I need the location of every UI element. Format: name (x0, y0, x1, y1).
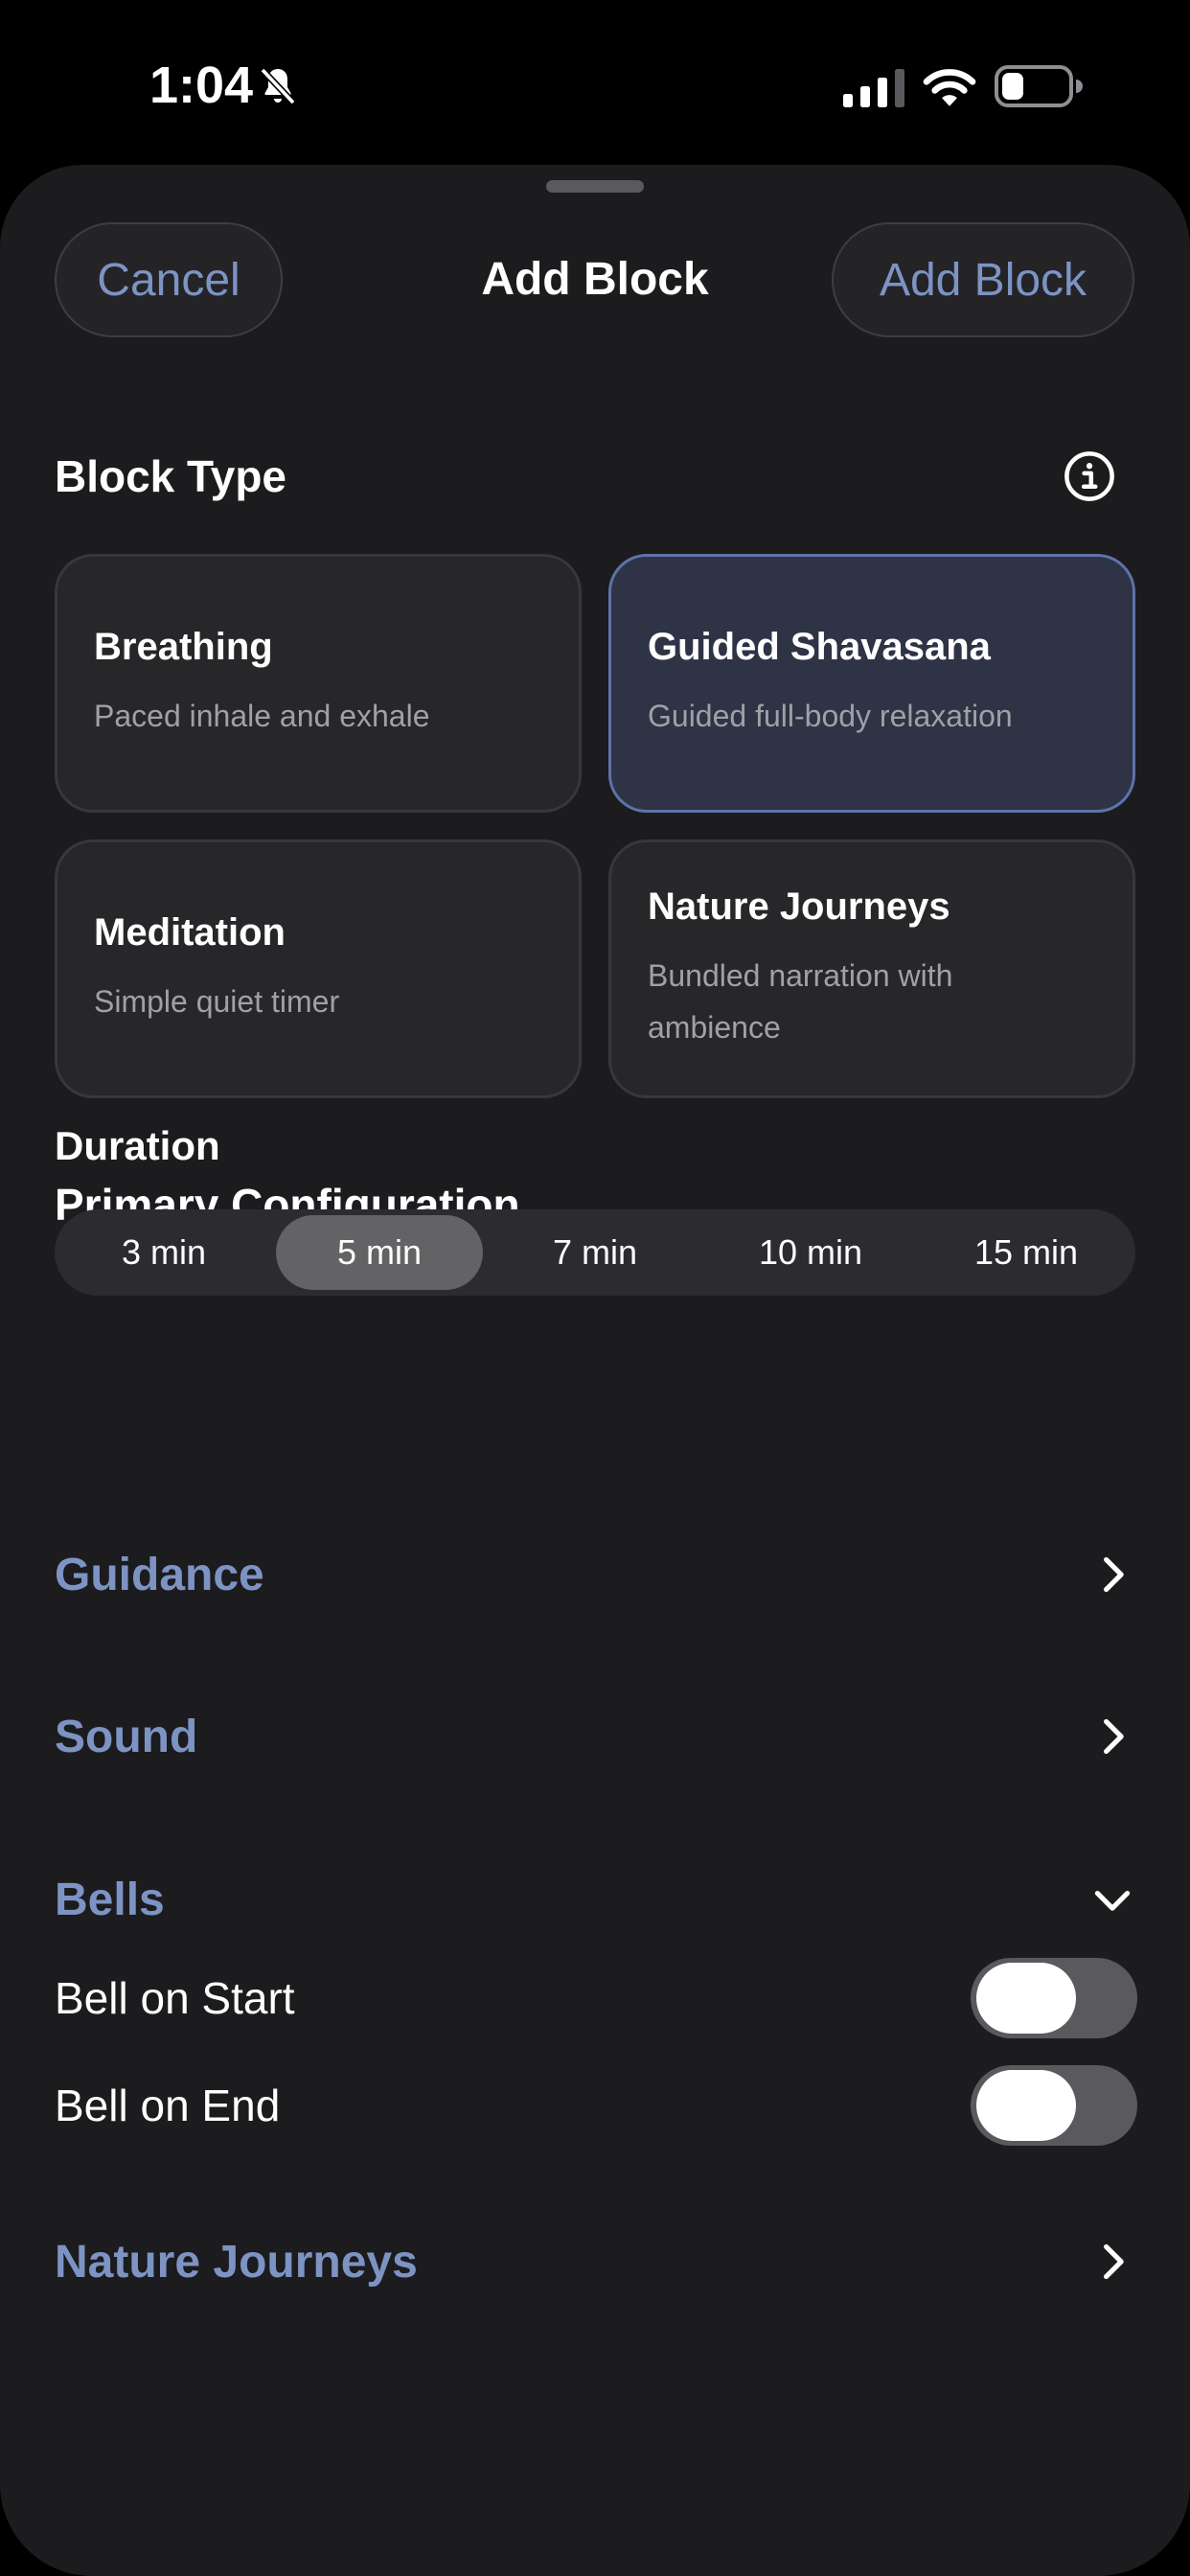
card-subtitle: Simple quiet timer (94, 983, 340, 1019)
bell-on-end-toggle[interactable] (971, 2065, 1137, 2146)
guidance-row[interactable]: Guidance (55, 1536, 1135, 1613)
bell-on-end-label: Bell on End (55, 2081, 281, 2130)
duration-option-10-min[interactable]: 10 min (707, 1215, 914, 1290)
card-subtitle: Paced inhale and exhale (94, 698, 430, 733)
card-title: Meditation (94, 910, 286, 954)
battery-icon (995, 65, 1083, 107)
duration-option-7-min[interactable]: 7 min (492, 1215, 698, 1290)
bells-row[interactable]: Bells (55, 1861, 1135, 1938)
block-type-card-meditation[interactable]: Meditation Simple quiet timer (55, 840, 582, 1098)
duration-option-15-min[interactable]: 15 min (923, 1215, 1130, 1290)
block-type-card-guided-shavasana[interactable]: Guided Shavasana Guided full-body relaxa… (608, 554, 1135, 813)
add-block-button[interactable]: Add Block (832, 222, 1134, 337)
nature-journeys-label: Nature Journeys (55, 2236, 418, 2288)
info-icon[interactable] (1064, 450, 1115, 502)
nature-journeys-row[interactable]: Nature Journeys (55, 2223, 1135, 2300)
card-subtitle: Bundled narration with ambience (648, 957, 953, 1045)
duration-option-3-min[interactable]: 3 min (60, 1215, 267, 1290)
duration-label: Duration (55, 1123, 220, 1168)
block-type-card-breathing[interactable]: Breathing Paced inhale and exhale (55, 554, 582, 813)
chevron-right-icon (1104, 2243, 1124, 2280)
status-bar: 1:04 (0, 0, 1190, 163)
guidance-label: Guidance (55, 1549, 264, 1600)
cellular-signal-icon (843, 69, 904, 107)
card-title: Guided Shavasana (648, 625, 991, 668)
chevron-right-icon (1104, 1718, 1124, 1755)
chevron-right-icon (1104, 1556, 1124, 1593)
status-time: 1:04 (149, 57, 254, 114)
toggle-knob (976, 1963, 1076, 2034)
add-block-sheet: Cancel Add Block Add Block Block Type Br… (0, 165, 1190, 2576)
duration-option-5-min[interactable]: 5 min (276, 1215, 483, 1290)
sheet-grabber[interactable] (546, 180, 644, 193)
chevron-down-icon (1094, 1891, 1131, 1911)
toggle-knob (976, 2070, 1076, 2141)
wifi-icon (923, 69, 976, 106)
duration-segmented-control: 3 min 5 min 7 min 10 min 15 min (55, 1209, 1135, 1296)
bells-label: Bells (55, 1874, 165, 1925)
card-title: Breathing (94, 625, 273, 668)
block-type-card-nature-journeys[interactable]: Nature Journeys Bundled narration with a… (608, 840, 1135, 1098)
bell-on-start-label: Bell on Start (55, 1973, 295, 2023)
sound-label: Sound (55, 1711, 198, 1762)
bell-on-start-toggle[interactable] (971, 1958, 1137, 2038)
card-subtitle: Guided full-body relaxation (648, 698, 1013, 733)
bell-on-start-row: Bell on Start (55, 1955, 1137, 2041)
bell-on-end-row: Bell on End (55, 2062, 1137, 2149)
card-title: Nature Journeys (648, 885, 950, 928)
block-type-heading: Block Type (55, 451, 286, 501)
bell-slash-icon (260, 67, 296, 105)
sound-row[interactable]: Sound (55, 1698, 1135, 1775)
